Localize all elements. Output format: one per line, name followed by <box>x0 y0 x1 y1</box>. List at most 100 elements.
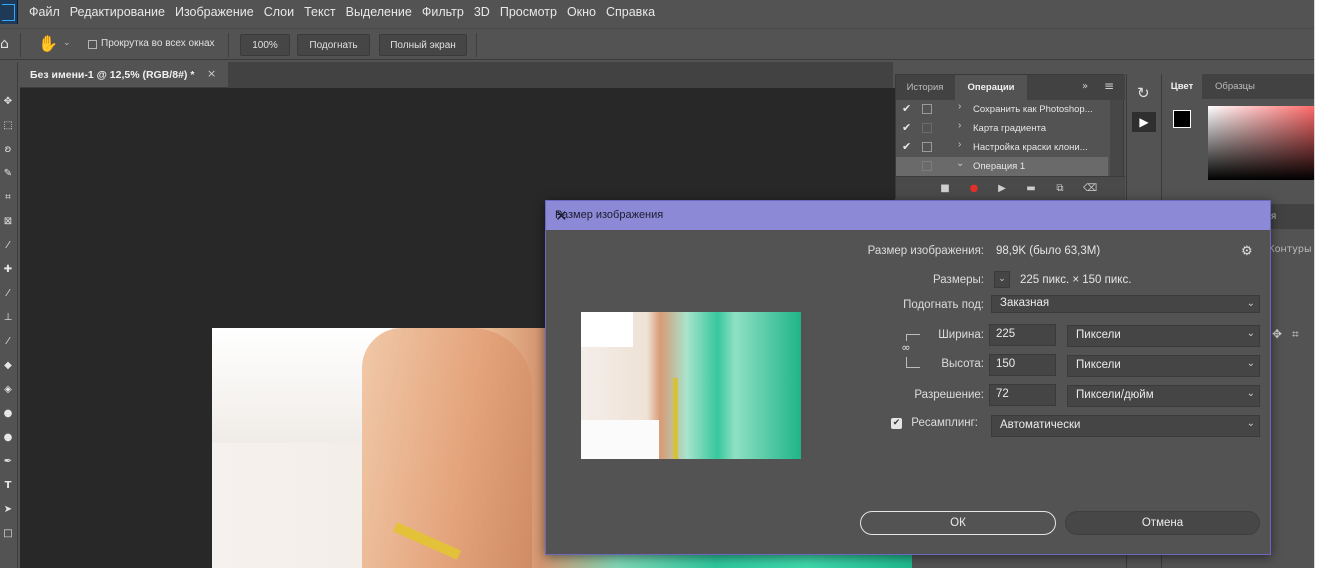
height-input[interactable]: 150 <box>989 354 1056 376</box>
scroll-all-checkbox[interactable] <box>88 40 97 49</box>
height-unit-value: Пиксели <box>1076 359 1121 371</box>
stamp-tool-icon[interactable]: ⊥ <box>2 312 14 324</box>
menu-view[interactable]: Просмотр <box>495 5 562 19</box>
path-select-tool-icon[interactable]: ➤ <box>2 504 14 516</box>
menu-type[interactable]: Текст <box>299 5 340 19</box>
dodge-tool-icon[interactable]: ● <box>2 432 14 444</box>
gear-icon[interactable]: ⚙ <box>1241 244 1253 259</box>
history-panel-icon[interactable]: ↻ <box>1137 84 1150 102</box>
marquee-tool-icon[interactable]: ⬚ <box>2 120 14 132</box>
healing-tool-icon[interactable]: ✚ <box>2 264 14 276</box>
check-icon[interactable]: ✔ <box>902 102 911 115</box>
eyedropper-tool-icon[interactable]: ⁄ <box>2 240 14 252</box>
history-brush-tool-icon[interactable]: ⁄ <box>2 336 14 348</box>
actions-panel-icon[interactable]: ▶ <box>1132 112 1156 132</box>
eraser-tool-icon[interactable]: ◆ <box>2 360 14 372</box>
panel-menu-icon[interactable]: ≡ <box>1104 79 1114 93</box>
dialog-toggle-box[interactable] <box>922 161 932 171</box>
move-tool-icon[interactable]: ✥ <box>2 96 14 108</box>
type-tool-icon[interactable]: T <box>2 480 14 492</box>
tab-color[interactable]: Цвет <box>1162 74 1202 99</box>
dialog-toggle-box[interactable] <box>922 104 932 114</box>
tab-actions[interactable]: Операции <box>955 75 1027 100</box>
tab-swatches[interactable]: Образцы <box>1204 74 1266 99</box>
chevron-right-icon[interactable]: › <box>958 120 961 131</box>
pen-tool-icon[interactable]: ✒ <box>2 456 14 468</box>
tab-paths[interactable]: Контуры <box>1268 244 1311 255</box>
fit-screen-button[interactable]: Подогнать <box>297 34 370 56</box>
action-label: Сохранить как Photoshop... <box>973 104 1093 115</box>
quick-select-tool-icon[interactable]: ✎ <box>2 168 14 180</box>
rectangle-tool-icon[interactable]: □ <box>2 528 14 540</box>
menu-layers[interactable]: Слои <box>259 5 299 19</box>
chevron-right-icon[interactable]: › <box>958 101 961 112</box>
crop-tool-icon[interactable]: ⌗ <box>2 192 14 204</box>
resolution-unit-select[interactable]: Пиксели/дюйм ⌄ <box>1067 385 1260 407</box>
dialog-toggle-box[interactable] <box>922 142 932 152</box>
menu-select[interactable]: Выделение <box>341 5 417 19</box>
tools-panel: ✥ ⬚ ʚ ✎ ⌗ ⊠ ⁄ ✚ ⁄ ⊥ ⁄ ◆ ◈ ● ● ✒ T ➤ □ <box>0 62 18 568</box>
chevron-down-icon[interactable]: ⌄ <box>956 158 964 169</box>
list-item[interactable]: ✔ › Сохранить как Photoshop... <box>896 100 1108 119</box>
dialog-toggle-box[interactable] <box>922 123 932 133</box>
gradient-tool-icon[interactable]: ◈ <box>2 384 14 396</box>
menu-3d[interactable]: 3D <box>469 5 495 19</box>
menu-window[interactable]: Окно <box>562 5 601 19</box>
fit-to-value: Заказная <box>1000 297 1050 309</box>
height-unit-select[interactable]: Пиксели ⌄ <box>1067 355 1260 377</box>
action-label: Карта градиента <box>973 123 1046 134</box>
crop-icon[interactable]: ⌗ <box>1292 327 1299 342</box>
list-item[interactable]: ⌄ Операция 1 <box>896 157 1108 176</box>
dimensions-dropdown[interactable]: ⌄ <box>994 271 1010 288</box>
tab-history[interactable]: История <box>896 75 954 100</box>
panel-collapse-icon[interactable]: » <box>1082 81 1088 92</box>
document-tab[interactable]: Без имени-1 @ 12,5% (RGB/8#) * × <box>20 62 228 88</box>
color-picker-field[interactable] <box>1208 106 1314 180</box>
resample-checkbox[interactable]: ✔ <box>891 418 902 429</box>
stop-icon[interactable]: ■ <box>939 183 951 195</box>
new-action-icon[interactable]: ⧉ <box>1054 183 1066 195</box>
menu-edit[interactable]: Редактирование <box>65 5 170 19</box>
width-unit-select[interactable]: Пиксели ⌄ <box>1067 325 1260 347</box>
photoshop-logo-icon[interactable] <box>0 0 18 24</box>
menu-filter[interactable]: Фильтр <box>417 5 469 19</box>
actions-scrollbar[interactable] <box>1110 100 1123 176</box>
close-tab-icon[interactable]: × <box>207 67 216 80</box>
resolution-input[interactable]: 72 <box>989 384 1056 406</box>
blur-tool-icon[interactable]: ● <box>2 408 14 420</box>
dialog-title-bar[interactable]: Размер изображения ✕ <box>546 201 1270 230</box>
lasso-tool-icon[interactable]: ʚ <box>2 144 14 156</box>
list-item[interactable]: ✔ › Карта градиента <box>896 119 1108 138</box>
list-item[interactable]: ✔ › Настройка краски клони... <box>896 138 1108 157</box>
menu-image[interactable]: Изображение <box>170 5 259 19</box>
menu-help[interactable]: Справка <box>601 5 660 19</box>
fit-to-select[interactable]: Заказная ⌄ <box>991 295 1260 313</box>
transform-icon[interactable]: ✥ <box>1272 327 1282 341</box>
width-input[interactable]: 225 <box>989 324 1056 346</box>
close-icon[interactable]: ✕ <box>555 209 568 225</box>
zoom-100-button[interactable]: 100% <box>240 34 290 56</box>
full-screen-button[interactable]: Полный экран <box>379 34 467 56</box>
trash-icon[interactable]: ⌫ <box>1083 183 1097 195</box>
link-icon[interactable]: ∞ <box>900 341 912 357</box>
frame-tool-icon[interactable]: ⊠ <box>2 216 14 228</box>
chevron-right-icon[interactable]: › <box>958 139 961 150</box>
brush-tool-icon[interactable]: ⁄ <box>2 288 14 300</box>
image-preview[interactable] <box>581 312 801 459</box>
cancel-button[interactable]: Отмена <box>1065 511 1260 535</box>
folder-icon[interactable]: ▬ <box>1025 183 1037 195</box>
window-scrollbar[interactable] <box>1314 0 1329 568</box>
chevron-down-icon[interactable]: ⌄ <box>63 38 71 48</box>
check-icon[interactable]: ✔ <box>902 121 911 134</box>
check-icon[interactable]: ✔ <box>902 140 911 153</box>
record-icon[interactable]: ● <box>968 183 980 195</box>
resample-select[interactable]: Автоматически ⌄ <box>991 415 1260 437</box>
foreground-color-swatch[interactable] <box>1173 110 1191 128</box>
actions-footer: ■ ● ▶ ▬ ⧉ ⌫ <box>896 176 1125 200</box>
dimensions-value: 225 пикс. × 150 пикс. <box>1020 274 1132 286</box>
hand-tool-icon[interactable]: ✋ <box>38 34 58 53</box>
ok-button[interactable]: ОК <box>860 511 1056 535</box>
play-icon[interactable]: ▶ <box>996 183 1008 195</box>
menu-file[interactable]: Файл <box>24 5 65 19</box>
home-icon[interactable]: ⌂ <box>0 36 9 52</box>
